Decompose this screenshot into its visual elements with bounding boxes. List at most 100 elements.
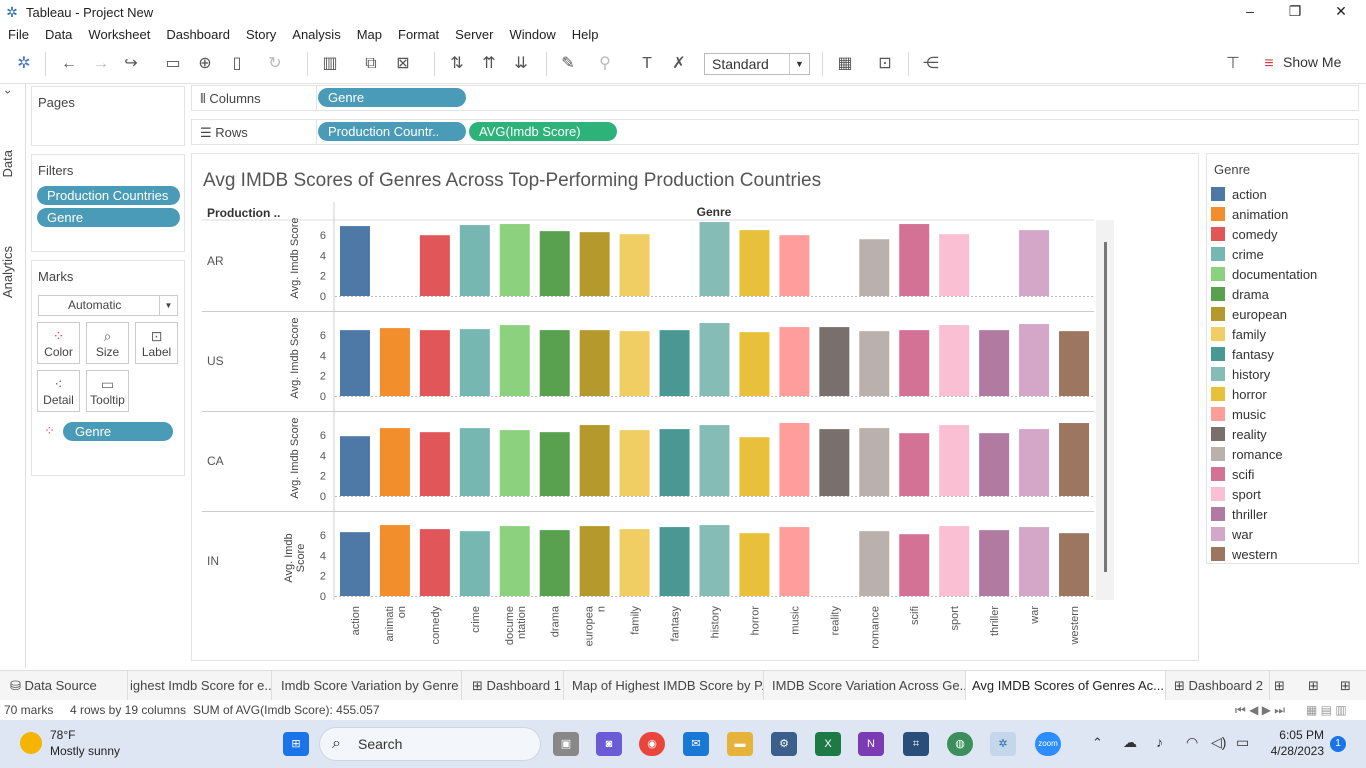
filter-pill-production-countries[interactable]: Production Countries — [37, 186, 180, 205]
legend-item-reality[interactable]: reality — [1211, 425, 1267, 443]
new-worksheet-icon[interactable]: ▥ — [319, 54, 341, 74]
legend-item-horror[interactable]: horror — [1211, 385, 1267, 403]
tab-data[interactable]: Data — [0, 150, 26, 177]
menu-file[interactable]: File — [0, 27, 37, 42]
menu-dashboard[interactable]: Dashboard — [158, 27, 238, 42]
tab-sheet-imdb-variation-genre[interactable]: Imdb Score Variation by Genre — [272, 671, 462, 701]
task-view-icon[interactable]: ▣ — [553, 732, 579, 756]
group-members-icon[interactable]: ⚲ — [594, 54, 616, 74]
marks-detail-button[interactable]: ⁖ Detail — [37, 370, 80, 412]
marks-tooltip-button[interactable]: ▭ Tooltip — [86, 370, 129, 412]
share-icon[interactable]: ⋲ — [920, 54, 942, 74]
wifi-icon[interactable]: ◠ — [1186, 734, 1198, 751]
excel-icon[interactable]: X — [815, 732, 841, 756]
marks-color-button[interactable]: ⁘ Color — [37, 322, 80, 364]
sheet-nav-icons[interactable]: ⏮ ◀ ▶ ⏭ — [1235, 703, 1285, 718]
legend-item-western[interactable]: western — [1211, 545, 1278, 563]
redo-icon[interactable]: → — [90, 54, 112, 74]
expand-panel-icon[interactable]: ‹ — [0, 90, 26, 94]
duplicate-sheet-icon[interactable]: ⧉ — [360, 54, 382, 74]
mail-icon[interactable]: ✉ — [683, 732, 709, 756]
new-worksheet-tab-icon[interactable]: ⊞ — [1274, 671, 1298, 701]
save-icon[interactable]: ▭ — [162, 54, 184, 74]
microphone-icon[interactable]: ♪ — [1156, 734, 1163, 750]
menu-format[interactable]: Format — [390, 27, 447, 42]
teams-chat-icon[interactable]: ◙ — [596, 732, 622, 756]
legend-item-fantasy[interactable]: fantasy — [1211, 345, 1274, 363]
replay-icon[interactable]: ↪ — [120, 54, 142, 74]
legend-item-war[interactable]: war — [1211, 525, 1253, 543]
tab-analytics[interactable]: Analytics — [0, 246, 26, 298]
columns-pill-genre[interactable]: Genre — [318, 88, 466, 107]
zoom-icon[interactable]: zoom — [1035, 732, 1061, 756]
globe-icon[interactable]: ◍ — [947, 732, 973, 756]
highlight-icon[interactable]: ✎ — [557, 54, 579, 74]
legend-item-scifi[interactable]: scifi — [1211, 465, 1254, 483]
chrome-icon[interactable]: ◉ — [639, 732, 665, 756]
new-dashboard-tab-icon[interactable]: ⊞ — [1308, 671, 1332, 701]
legend-item-romance[interactable]: romance — [1211, 445, 1283, 463]
tray-cloud-icon[interactable]: ☁ — [1123, 734, 1137, 751]
tableau-taskbar-icon[interactable]: ✲ — [990, 732, 1016, 756]
legend-item-european[interactable]: european — [1211, 305, 1287, 323]
show-me-icon[interactable]: ≡ — [1258, 54, 1280, 74]
presentation-mode-icon[interactable]: ⊡ — [874, 54, 896, 74]
legend-item-action[interactable]: action — [1211, 185, 1267, 203]
menu-story[interactable]: Story — [238, 27, 284, 42]
filter-pill-genre[interactable]: Genre — [37, 208, 180, 227]
refresh-icon[interactable]: ↻ — [264, 54, 286, 74]
show-me-button[interactable]: Show Me — [1283, 54, 1341, 70]
close-button[interactable]: ✕ — [1318, 0, 1364, 24]
mark-type-select[interactable]: Automatic ▼ — [38, 295, 178, 316]
new-datasource-icon[interactable]: ⊕ — [194, 54, 216, 74]
show-cards-icon[interactable]: ▦ — [834, 54, 856, 74]
tab-sheet-highest-imdb[interactable]: ighest Imdb Score for e... — [128, 671, 272, 701]
tray-overflow-icon[interactable]: ⌃ — [1092, 735, 1103, 751]
notification-badge[interactable]: 1 — [1330, 736, 1346, 752]
tab-sheet-imdb-variation-across[interactable]: IMDB Score Variation Across Ge... — [764, 671, 966, 701]
pin-icon[interactable]: ⊤ — [1222, 54, 1244, 74]
legend-item-music[interactable]: music — [1211, 405, 1266, 423]
rows-pill-avg-imdb-score[interactable]: AVG(Imdb Score) — [469, 122, 617, 141]
menu-server[interactable]: Server — [447, 27, 501, 42]
legend-item-sport[interactable]: sport — [1211, 485, 1261, 503]
windows-start-icon[interactable]: ⊞ — [283, 732, 309, 756]
sort-ascending-icon[interactable]: ⇈ — [478, 54, 500, 74]
legend-item-comedy[interactable]: comedy — [1211, 225, 1278, 243]
menu-map[interactable]: Map — [349, 27, 390, 42]
settings-icon[interactable]: ⚙ — [771, 732, 797, 756]
swap-rows-columns-icon[interactable]: ⇅ — [446, 54, 468, 74]
tab-data-source[interactable]: ⛁ Data Source — [0, 671, 128, 701]
onenote-icon[interactable]: N — [858, 732, 884, 756]
menu-window[interactable]: Window — [501, 27, 563, 42]
tab-dashboard-1[interactable]: ⊞ Dashboard 1 — [462, 671, 564, 701]
new-story-tab-icon[interactable]: ⊞ — [1340, 671, 1364, 701]
tab-sheet-avg-imdb-active[interactable]: Avg IMDB Scores of Genres Ac... — [966, 671, 1166, 701]
undo-icon[interactable]: ← — [58, 54, 80, 74]
legend-item-history[interactable]: history — [1211, 365, 1270, 383]
battery-icon[interactable]: ▭ — [1236, 734, 1249, 751]
file-explorer-icon[interactable]: ▬ — [727, 732, 753, 756]
rows-pill-production-countries[interactable]: Production Countr.. — [318, 122, 466, 141]
volume-icon[interactable]: ◁) — [1211, 734, 1226, 751]
menu-data[interactable]: Data — [37, 27, 80, 42]
marks-size-button[interactable]: ⌕ Size — [86, 322, 129, 364]
sort-descending-icon[interactable]: ⇊ — [510, 54, 532, 74]
legend-item-animation[interactable]: animation — [1211, 205, 1288, 223]
fix-axes-icon[interactable]: ✗ — [668, 54, 690, 74]
tab-dashboard-2[interactable]: ⊞ Dashboard 2 — [1166, 671, 1270, 701]
power-bi-icon[interactable]: ⌗ — [903, 732, 929, 756]
menu-worksheet[interactable]: Worksheet — [80, 27, 158, 42]
minimize-button[interactable]: – — [1227, 0, 1273, 24]
clear-sheet-icon[interactable]: ⊠ — [392, 54, 414, 74]
maximize-button[interactable]: ❐ — [1272, 0, 1318, 24]
show-mark-labels-icon[interactable]: T — [636, 54, 658, 74]
taskbar-search[interactable]: ⌕ Search — [319, 727, 541, 761]
pause-updates-icon[interactable]: ▯ — [226, 54, 248, 74]
sheet-view-icons[interactable]: ▦ ▤ ▥ — [1306, 703, 1347, 717]
legend-item-thriller[interactable]: thriller — [1211, 505, 1267, 523]
fit-select[interactable]: Standard ▼ — [704, 53, 810, 75]
menu-analysis[interactable]: Analysis — [284, 27, 348, 42]
marks-pill-genre[interactable]: Genre — [63, 422, 173, 441]
legend-item-documentation[interactable]: documentation — [1211, 265, 1317, 283]
